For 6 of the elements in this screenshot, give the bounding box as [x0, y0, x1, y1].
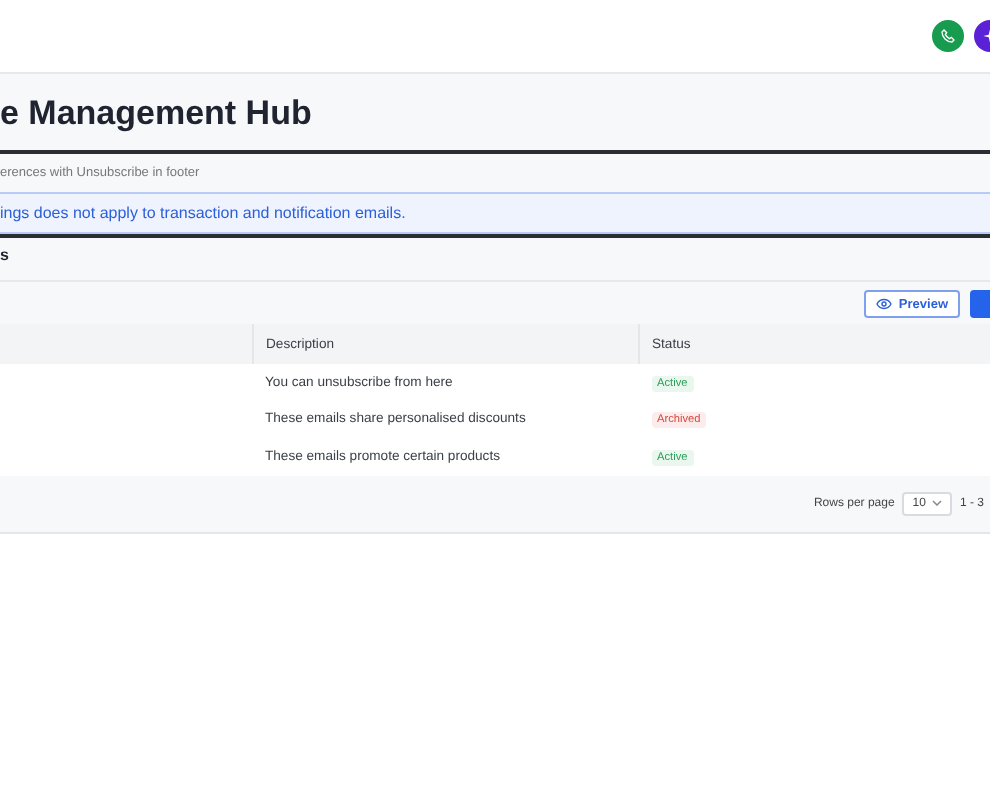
- phone-icon[interactable]: [932, 20, 964, 52]
- section-title: s: [0, 246, 9, 264]
- page-title: e Management Hub: [0, 92, 314, 136]
- eye-icon: [876, 298, 893, 310]
- info-banner: ings does not apply to transaction and notification emails.: [0, 192, 990, 234]
- chevron-icon: [931, 500, 942, 506]
